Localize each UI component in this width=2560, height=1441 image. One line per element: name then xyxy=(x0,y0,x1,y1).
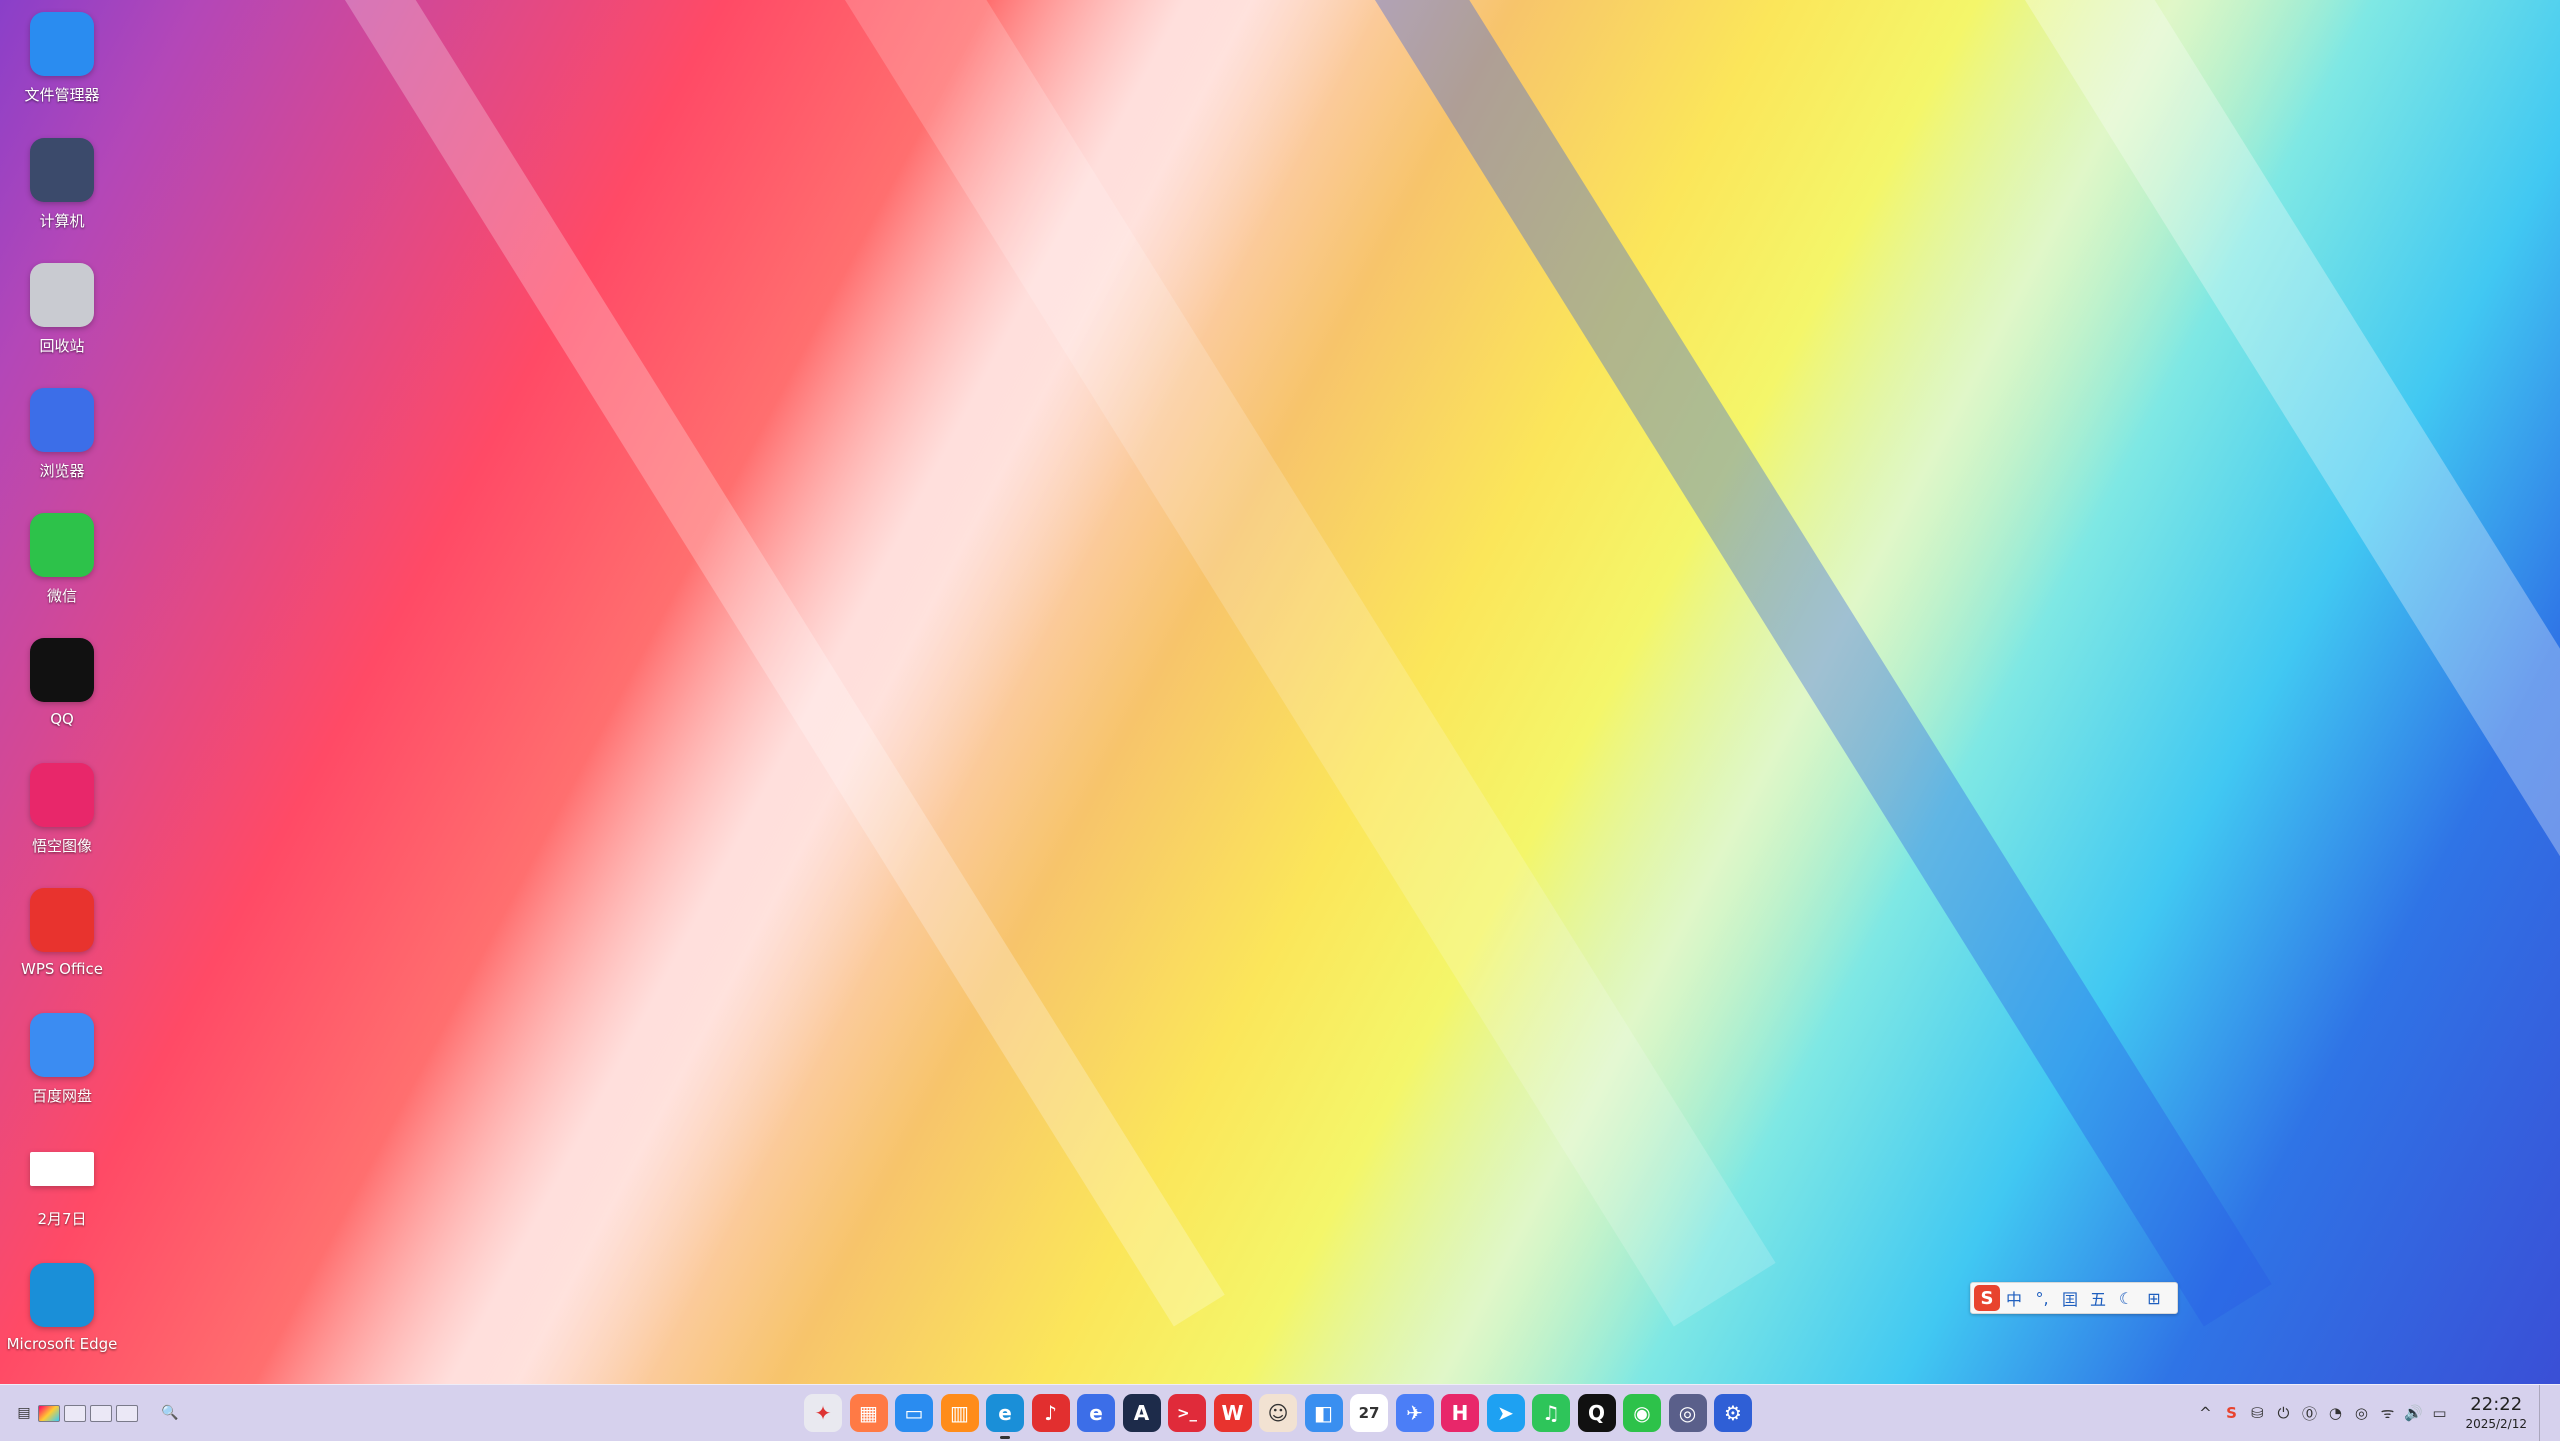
taskbar-app-camera[interactable]: ◎ xyxy=(1668,1394,1707,1432)
desktop-icon-label: Microsoft Edge xyxy=(6,1335,118,1353)
desktop-icon-label: 计算机 xyxy=(39,212,85,230)
file-manager-icon xyxy=(30,12,94,76)
ime-skin-button[interactable]: ☾ xyxy=(2112,1284,2140,1312)
wechat-icon xyxy=(30,513,94,577)
show-desktop-button[interactable] xyxy=(2539,1385,2546,1441)
wps-office-icon xyxy=(30,888,94,952)
ime-toolbar: S 中 °, 囯 五 ☾ ⊞ xyxy=(1970,1282,2178,1314)
update-icon[interactable]: ⓪ xyxy=(2297,1401,2321,1425)
workspace-3[interactable] xyxy=(90,1404,112,1422)
taskbar-app-calendar[interactable]: 27 xyxy=(1350,1394,1388,1432)
taskbar-app-avatar-app[interactable]: ☺ xyxy=(1259,1394,1297,1432)
clock[interactable]: 22:22 2025/2/12 xyxy=(2465,1394,2527,1432)
desktop-icon-baidu-netdisk[interactable]: 百度网盘 xyxy=(0,1005,124,1123)
desktop-wallpaper: 文件管理器计算机回收站浏览器微信 QQ 悟空图像 WPS Office 百度网盘 2月7日… xyxy=(0,0,2560,1384)
clock-time: 22:22 xyxy=(2470,1394,2523,1415)
taskbar-app-text-editor[interactable]: A xyxy=(1122,1394,1161,1432)
desktop-icon-label: 百度网盘 xyxy=(31,1087,92,1105)
taskbar-app-wechat[interactable]: ◉ xyxy=(1623,1394,1661,1432)
ime-keyboard-button[interactable]: 囯 xyxy=(2056,1284,2084,1312)
desktop-icon-file-manager[interactable]: 文件管理器 xyxy=(0,4,124,122)
desktop-icon-wps-office[interactable]: WPS Office xyxy=(0,880,124,998)
wukong-image-icon xyxy=(30,763,94,827)
sogou-tray-icon[interactable]: S xyxy=(2219,1401,2243,1425)
qq-penguin-icon xyxy=(30,638,94,702)
desktop-icon-label: 悟空图像 xyxy=(31,837,92,855)
taskbar-app-edge[interactable]: e xyxy=(986,1394,1024,1439)
system-tray: ^ S ⛁ ⏻ ⓪ ◔ ◎ ᯤ 🔊 ▭ 22:22 2025/2/12 xyxy=(2191,1385,2546,1441)
desktop-icon-label: QQ xyxy=(50,710,74,728)
ime-wubi-button[interactable]: 五 xyxy=(2084,1284,2112,1312)
taskbar-app-feige[interactable]: ➤ xyxy=(1486,1394,1525,1432)
wallpaper-streak xyxy=(1250,0,2272,1327)
sogou-logo-icon[interactable]: S xyxy=(1974,1285,2000,1311)
desktop-icon-edge[interactable]: Microsoft Edge xyxy=(0,1255,124,1373)
network-status-icon[interactable]: ⛁ xyxy=(2245,1401,2269,1425)
workspace-2[interactable] xyxy=(64,1404,86,1422)
desktop-icon-computer[interactable]: 计算机 xyxy=(0,130,124,248)
desktop-icon-label: 回收站 xyxy=(39,337,85,355)
ime-chinese-mode-button[interactable]: 中 xyxy=(2000,1284,2028,1312)
taskbar-app-terminal[interactable]: >_ xyxy=(1168,1394,1206,1432)
wallpaper-streak xyxy=(220,0,1225,1327)
desktop-icon-label: 2月7日 xyxy=(37,1210,87,1228)
tray-expand-icon[interactable]: ^ xyxy=(2193,1401,2217,1425)
desktop-icon-browser[interactable]: 浏览器 xyxy=(0,380,124,498)
recycle-bin-icon xyxy=(30,263,94,327)
search-icon[interactable]: 🔍 xyxy=(160,1403,180,1423)
desktop-icon-recycle-bin[interactable]: 回收站 xyxy=(0,255,124,373)
vpn-icon[interactable]: ◔ xyxy=(2323,1401,2347,1425)
taskbar-app-launcher[interactable]: ✦ xyxy=(804,1394,842,1432)
taskbar-app-qq[interactable]: Q xyxy=(1577,1394,1616,1432)
ime-toolbox-button[interactable]: ⊞ xyxy=(2140,1284,2168,1312)
taskbar-app-control-panel[interactable]: ◧ xyxy=(1304,1394,1343,1432)
desktop-icon-qq-penguin[interactable]: QQ xyxy=(0,630,124,748)
workspace-1[interactable] xyxy=(38,1404,60,1422)
desktop-icon-label: WPS Office xyxy=(21,960,103,978)
desktop-icon-label: 微信 xyxy=(46,587,77,605)
taskbar-app-wps[interactable]: W xyxy=(1213,1394,1252,1432)
wifi-icon[interactable]: ᯤ xyxy=(2375,1401,2399,1425)
desktop-icon-wechat[interactable]: 微信 xyxy=(0,505,124,623)
taskbar-app-browser[interactable]: e xyxy=(1077,1394,1115,1432)
notification-center-icon[interactable]: ▭ xyxy=(2427,1401,2451,1425)
desktop-icon-label: 文件管理器 xyxy=(24,86,100,104)
desktop-icon-wukong-image[interactable]: 悟空图像 xyxy=(0,755,124,873)
taskbar-app-music[interactable]: ♫ xyxy=(1532,1394,1570,1432)
ime-punctuation-button[interactable]: °, xyxy=(2028,1284,2056,1312)
taskbar-app-music-netease[interactable]: ♪ xyxy=(1031,1394,1070,1432)
desktop-icon-label: 浏览器 xyxy=(39,462,85,480)
taskbar-app-feishu[interactable]: ✈ xyxy=(1395,1394,1434,1432)
wallpaper-streak xyxy=(720,0,1776,1327)
taskbar-app-list: ✦ ▦ ▭ ▥ e ♪ e A >_ W ☺ ◧ 27 ✈ H ➤ ♫ Q ◉ ◎ ⚙ xyxy=(804,1385,1760,1441)
taskbar-left: ▤ 🔍 xyxy=(14,1385,180,1441)
browser-icon xyxy=(30,388,94,452)
taskbar: ▤ 🔍 ✦ ▦ ▭ ▥ e ♪ e A >_ W ☺ ◧ 27 ✈ H ➤ ♫ Q ◉ ◎ ⚙ ^ S ⛁ ⏻ ⓪ ◔ … xyxy=(0,1384,2560,1441)
wallpaper-streak xyxy=(1900,0,2560,1327)
volume-icon[interactable]: 🔊 xyxy=(2401,1401,2425,1425)
notes-icon[interactable]: ▤ xyxy=(14,1403,34,1423)
taskbar-app-settings[interactable]: ⚙ xyxy=(1714,1394,1752,1432)
taskbar-app-app-store[interactable]: ▦ xyxy=(849,1394,888,1432)
computer-icon xyxy=(30,138,94,202)
desktop-icon-image-file[interactable]: 2月7日 xyxy=(0,1130,124,1248)
baidu-netdisk-icon xyxy=(30,1013,94,1077)
taskbar-app-file-manager[interactable]: ▭ xyxy=(895,1394,933,1432)
image-file-icon xyxy=(30,1152,94,1186)
taskbar-app-archive[interactable]: ▥ xyxy=(940,1394,979,1432)
workspace-4[interactable] xyxy=(116,1404,138,1422)
security-icon[interactable]: ◎ xyxy=(2349,1401,2373,1425)
edge-icon xyxy=(30,1263,94,1327)
taskbar-app-wukong-image[interactable]: H xyxy=(1441,1394,1479,1432)
clock-date: 2025/2/12 xyxy=(2465,1417,2527,1431)
power-icon[interactable]: ⏻ xyxy=(2271,1401,2295,1425)
